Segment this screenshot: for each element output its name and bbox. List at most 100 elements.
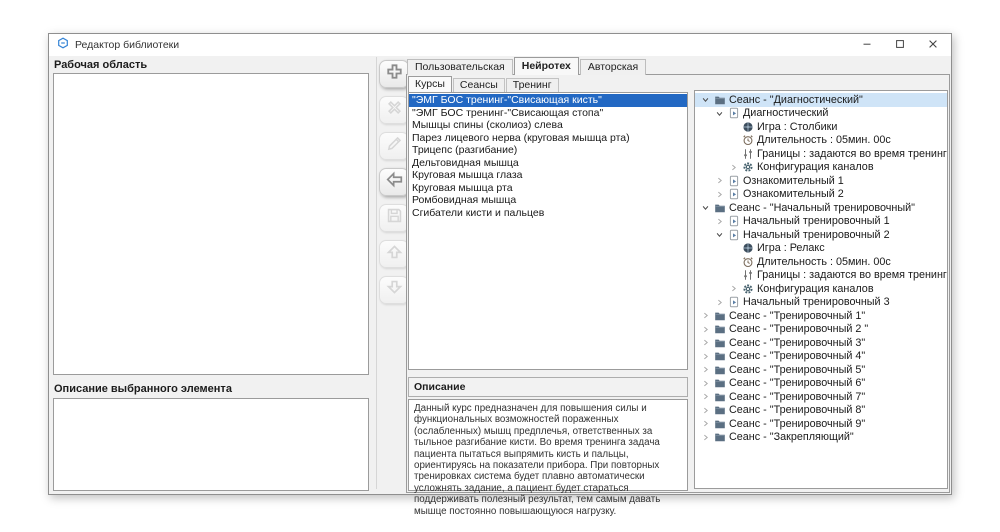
course-list-item[interactable]: Круговая мышца рта bbox=[409, 182, 687, 195]
tree-item[interactable]: Границы : задаются во время тренинга bbox=[695, 147, 947, 161]
course-list-item[interactable]: Трицепс (разгибание) bbox=[409, 144, 687, 157]
tab-author[interactable]: Авторская bbox=[580, 59, 646, 75]
floppy-icon bbox=[386, 207, 403, 229]
tree-item[interactable]: Начальный тренировочный 2 bbox=[695, 228, 947, 242]
tree-item[interactable]: Конфигурация каналов bbox=[695, 161, 947, 175]
tree-item[interactable]: Границы : задаются во время тренинга bbox=[695, 269, 947, 283]
plus-icon bbox=[386, 63, 403, 85]
tree-item-label: Ознакомительный 2 bbox=[743, 188, 844, 200]
tree-item[interactable]: Сеанс - "Тренировочный 5" bbox=[695, 363, 947, 377]
move-left-button[interactable] bbox=[379, 168, 409, 196]
tree-item-label: Границы : задаются во время тренинга bbox=[757, 148, 948, 160]
tree-item[interactable]: Сеанс - "Закрепляющий" bbox=[695, 431, 947, 445]
chevron-right-icon[interactable] bbox=[699, 433, 712, 442]
chevron-right-icon[interactable] bbox=[699, 419, 712, 428]
subtab-sessions[interactable]: Сеансы bbox=[453, 78, 505, 92]
folder-icon bbox=[712, 418, 727, 430]
course-list-item[interactable]: Сгибатели кисти и пальцев bbox=[409, 207, 687, 220]
folder-icon bbox=[712, 94, 727, 106]
chevron-down-icon[interactable] bbox=[713, 109, 726, 118]
folder-icon bbox=[712, 364, 727, 376]
tree-item-label: Конфигурация каналов bbox=[757, 283, 874, 295]
subtab-courses[interactable]: Курсы bbox=[408, 76, 452, 92]
tree-item[interactable]: Начальный тренировочный 3 bbox=[695, 296, 947, 310]
tree-item-label: Сеанс - "Диагностический" bbox=[729, 94, 863, 106]
add-button[interactable] bbox=[379, 60, 409, 88]
library-tabs: ПользовательскаяНейротехАвторская bbox=[407, 57, 647, 75]
course-list-item[interactable]: Мышцы спины (сколиоз) слева bbox=[409, 119, 687, 132]
tab-neurotech[interactable]: Нейротех bbox=[514, 57, 579, 75]
tree-item[interactable]: Длительность : 05мин. 00с bbox=[695, 134, 947, 148]
chevron-right-icon[interactable] bbox=[699, 338, 712, 347]
folder-icon bbox=[712, 350, 727, 362]
course-list-item[interactable]: Парез лицевого нерва (круговая мышца рта… bbox=[409, 132, 687, 145]
section-tabs: КурсыСеансыТренинг bbox=[408, 76, 560, 92]
chevron-right-icon[interactable] bbox=[713, 298, 726, 307]
limits-icon bbox=[740, 148, 755, 160]
app-icon bbox=[57, 36, 69, 54]
course-list-item[interactable]: Ромбовидная мышца bbox=[409, 194, 687, 207]
tree-item[interactable]: Сеанс - "Диагностический" bbox=[695, 93, 947, 107]
tree-item[interactable]: Игра : Столбики bbox=[695, 120, 947, 134]
tree-item[interactable]: Ознакомительный 1 bbox=[695, 174, 947, 188]
subtab-training[interactable]: Тренинг bbox=[506, 78, 559, 92]
chevron-right-icon[interactable] bbox=[713, 190, 726, 199]
tree-item[interactable]: Игра : Релакс bbox=[695, 242, 947, 256]
folder-icon bbox=[712, 391, 727, 403]
close-button[interactable] bbox=[916, 34, 949, 56]
channels-icon bbox=[740, 283, 755, 295]
titlebar[interactable]: Редактор библиотеки bbox=[49, 34, 951, 56]
window-title: Редактор библиотеки bbox=[75, 39, 179, 51]
folder-icon bbox=[712, 431, 727, 443]
chevron-right-icon[interactable] bbox=[699, 311, 712, 320]
clock-icon bbox=[740, 134, 755, 146]
course-list-item[interactable]: "ЭМГ БОС тренинг-"Свисающая стопа" bbox=[409, 107, 687, 120]
tree-item[interactable]: Сеанс - "Тренировочный 8" bbox=[695, 404, 947, 418]
maximize-button[interactable] bbox=[883, 34, 916, 56]
workspace-list[interactable] bbox=[53, 73, 369, 375]
course-description[interactable]: Данный курс предназначен для повышения с… bbox=[408, 399, 688, 491]
chevron-down-icon[interactable] bbox=[699, 203, 712, 212]
tab-user[interactable]: Пользовательская bbox=[407, 59, 513, 75]
selected-element-description-box[interactable] bbox=[53, 398, 369, 491]
tree-item[interactable]: Сеанс - "Тренировочный 7" bbox=[695, 390, 947, 404]
description-header: Описание bbox=[408, 377, 688, 397]
chevron-down-icon[interactable] bbox=[699, 95, 712, 104]
folder-icon bbox=[712, 377, 727, 389]
tree-item[interactable]: Сеанс - "Тренировочный 4" bbox=[695, 350, 947, 364]
chevron-down-icon[interactable] bbox=[713, 230, 726, 239]
tree-item[interactable]: Сеанс - "Тренировочный 3" bbox=[695, 336, 947, 350]
tree-item[interactable]: Ознакомительный 2 bbox=[695, 188, 947, 202]
course-list-item[interactable]: "ЭМГ БОС тренинг-"Свисающая кисть" bbox=[409, 94, 687, 107]
tree-item[interactable]: Диагностический bbox=[695, 107, 947, 121]
channels-icon bbox=[740, 161, 755, 173]
tree-item[interactable]: Начальный тренировочный 1 bbox=[695, 215, 947, 229]
minimize-button[interactable] bbox=[850, 34, 883, 56]
chevron-right-icon[interactable] bbox=[713, 217, 726, 226]
chevron-right-icon[interactable] bbox=[727, 163, 740, 172]
course-list[interactable]: "ЭМГ БОС тренинг-"Свисающая кисть""ЭМГ Б… bbox=[408, 92, 688, 370]
tree-item-label: Начальный тренировочный 2 bbox=[743, 229, 890, 241]
chevron-right-icon[interactable] bbox=[699, 379, 712, 388]
tree-item[interactable]: Конфигурация каналов bbox=[695, 282, 947, 296]
tree-item[interactable]: Сеанс - "Тренировочный 1" bbox=[695, 309, 947, 323]
chevron-right-icon[interactable] bbox=[699, 392, 712, 401]
tree-item-label: Игра : Столбики bbox=[757, 121, 837, 133]
tree-item[interactable]: Сеанс - "Начальный тренировочный" bbox=[695, 201, 947, 215]
tree-item[interactable]: Сеанс - "Тренировочный 6" bbox=[695, 377, 947, 391]
chevron-right-icon[interactable] bbox=[699, 352, 712, 361]
chevron-right-icon[interactable] bbox=[699, 406, 712, 415]
course-list-item[interactable]: Дельтовидная мышца bbox=[409, 157, 687, 170]
tree-item[interactable]: Длительность : 05мин. 00с bbox=[695, 255, 947, 269]
tree-item-label: Сеанс - "Тренировочный 7" bbox=[729, 391, 865, 403]
tree-item[interactable]: Сеанс - "Тренировочный 2 " bbox=[695, 323, 947, 337]
chevron-right-icon[interactable] bbox=[699, 365, 712, 374]
tree-item-label: Конфигурация каналов bbox=[757, 161, 874, 173]
chevron-right-icon[interactable] bbox=[713, 176, 726, 185]
course-list-item[interactable]: Круговая мышца глаза bbox=[409, 169, 687, 182]
chevron-right-icon[interactable] bbox=[699, 325, 712, 334]
session-tree[interactable]: Сеанс - "Диагностический"Диагностический… bbox=[694, 90, 948, 489]
tree-item[interactable]: Сеанс - "Тренировочный 9" bbox=[695, 417, 947, 431]
tree-item-label: Начальный тренировочный 1 bbox=[743, 215, 890, 227]
chevron-right-icon[interactable] bbox=[727, 284, 740, 293]
